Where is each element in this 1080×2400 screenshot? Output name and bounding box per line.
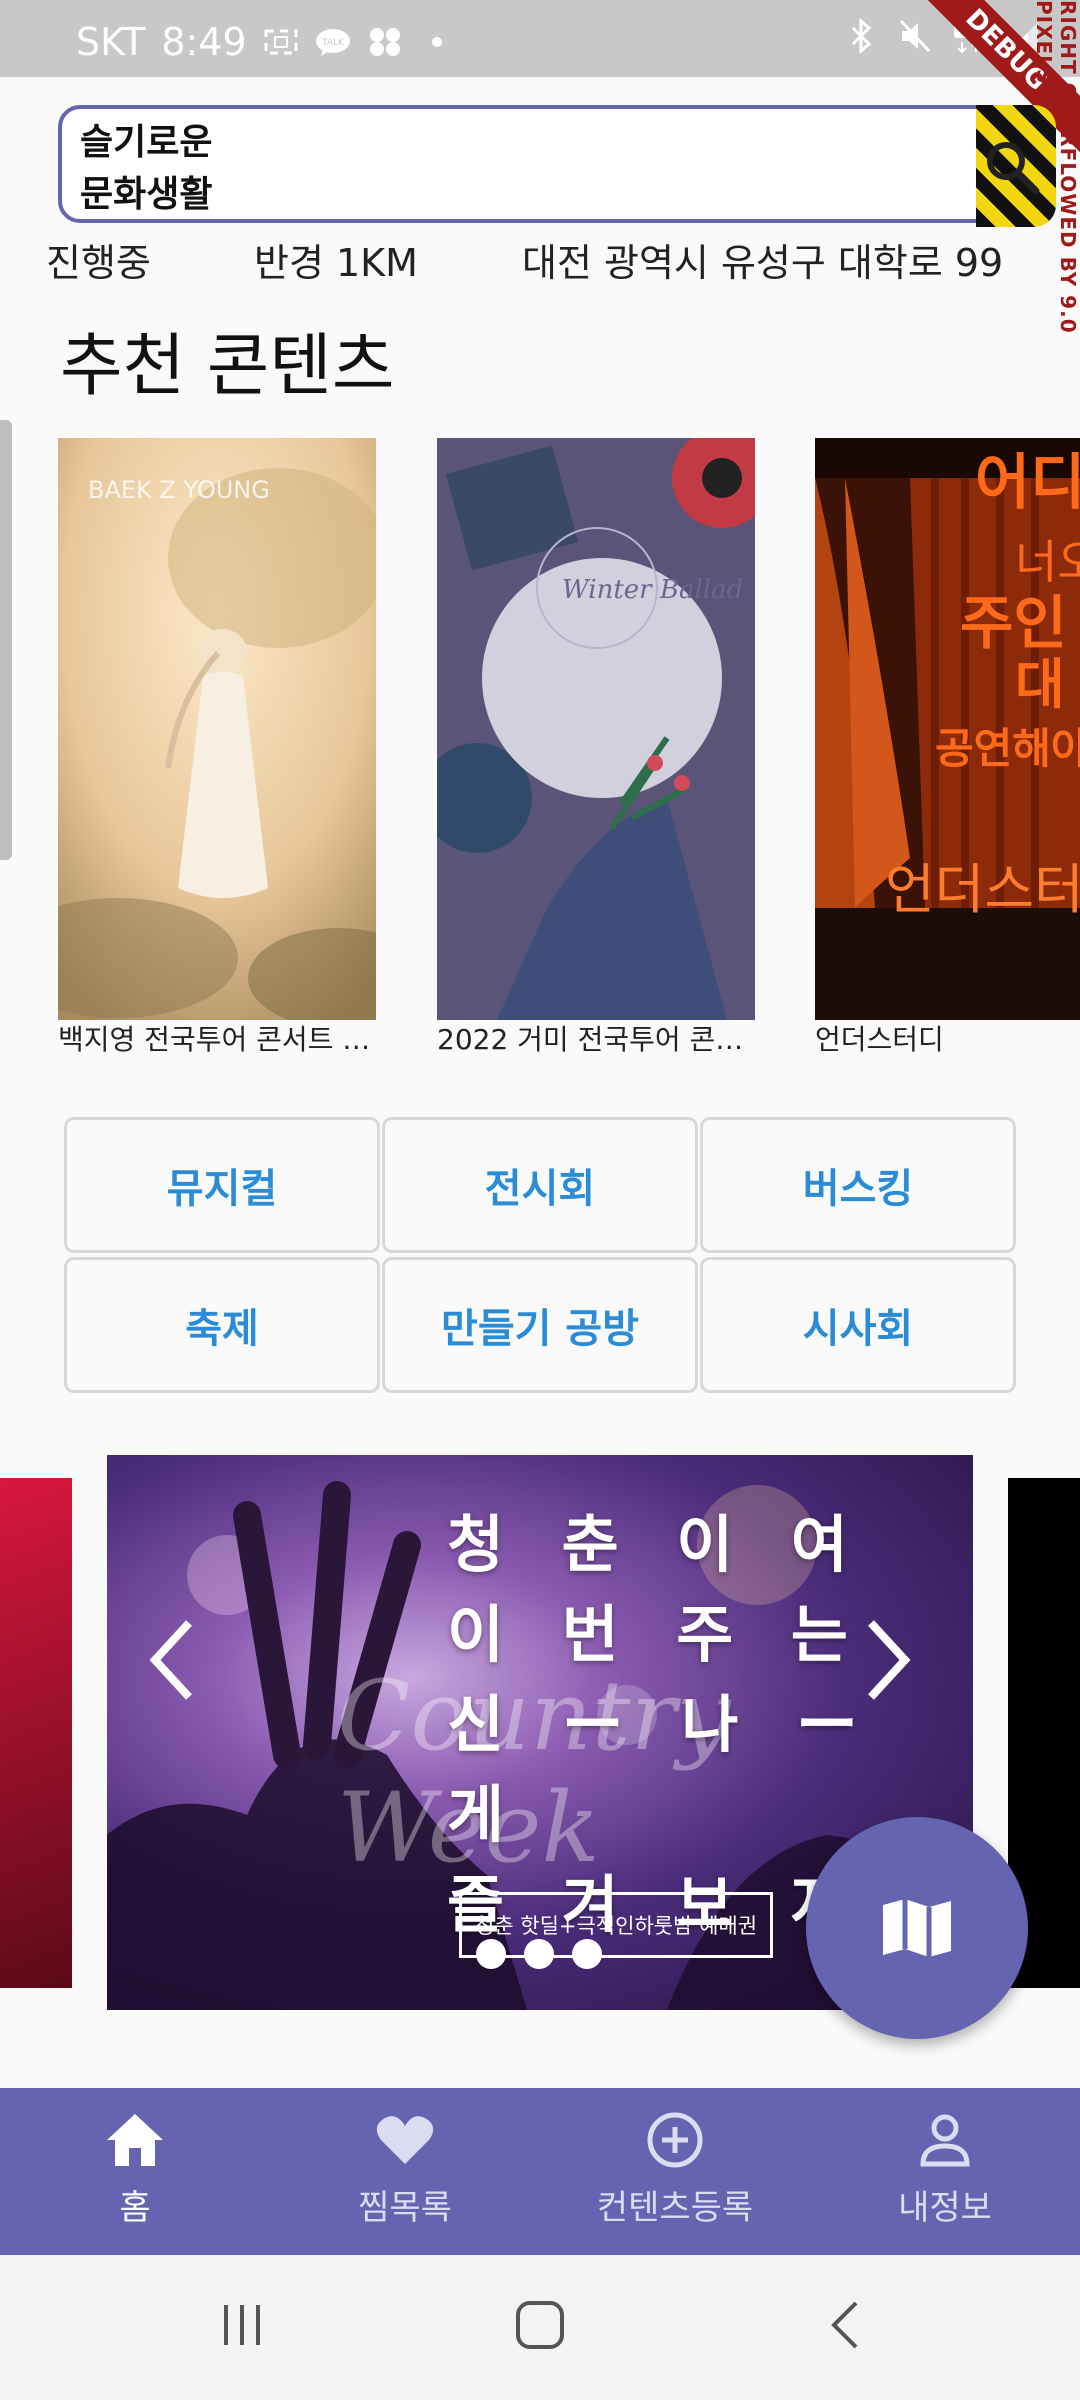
bottom-navigation: 홈 찜목록 컨텐츠등록 내정보 xyxy=(0,2088,1080,2255)
map-icon xyxy=(883,1899,951,1957)
overflow-warning: RIGHT OVERFLOWED BY 9.0 PIXELS xyxy=(1032,0,1080,334)
svg-text:5G: 5G xyxy=(960,23,978,38)
chevron-right-icon[interactable] xyxy=(863,1615,913,1705)
svg-text:공연해야: 공연해야 xyxy=(935,724,1080,773)
logo-line-2: 문화생활 xyxy=(80,174,213,215)
app-logo: 슬기로운 문화생활 xyxy=(80,117,212,221)
category-festival-button[interactable]: 축제 xyxy=(64,1257,380,1393)
category-exhibition-button[interactable]: 전시회 xyxy=(382,1117,698,1253)
nav-profile-label: 내정보 xyxy=(898,2188,992,2228)
nav-favorites[interactable]: 찜목록 xyxy=(270,2088,540,2255)
poster-caption-3: 언더스터디 xyxy=(815,1023,944,1056)
home-button-icon[interactable] xyxy=(512,2297,568,2353)
5g-icon: 5G xyxy=(954,20,984,54)
svg-text:너오: 너오 xyxy=(1015,535,1080,589)
category-preview-button[interactable]: 시사회 xyxy=(700,1257,1016,1393)
carrier-label: SKT xyxy=(76,20,146,64)
search-icon[interactable] xyxy=(978,133,1046,201)
add-circle-icon xyxy=(647,2112,703,2168)
carousel-dot[interactable] xyxy=(524,1939,554,1969)
chevron-left-icon[interactable] xyxy=(147,1615,197,1705)
heart-icon xyxy=(376,2116,434,2164)
nav-add-content[interactable]: 컨텐츠등록 xyxy=(540,2088,810,2255)
svg-text:TALK: TALK xyxy=(321,38,345,48)
carousel-dot[interactable] xyxy=(572,1939,602,1969)
search-bar[interactable]: 슬기로운 문화생활 xyxy=(58,105,1056,227)
nav-profile[interactable]: 내정보 xyxy=(810,2088,1080,2255)
banner-prev-peek[interactable] xyxy=(0,1478,72,1988)
clock: 8:49 xyxy=(161,20,247,64)
status-bar: SKT 8:49 TALK 5G xyxy=(0,0,1080,77)
poster-caption-1: 백지영 전국투어 콘서트 … xyxy=(58,1023,371,1056)
map-fab-button[interactable] xyxy=(806,1817,1028,2039)
poster-caption-2: 2022 거미 전국투어 콘… xyxy=(437,1023,744,1056)
category-workshop-button[interactable]: 만들기 공방 xyxy=(382,1257,698,1393)
poster-text-1: BAEK Z YOUNG xyxy=(88,476,270,504)
mute-icon xyxy=(899,19,931,53)
back-icon[interactable] xyxy=(818,2297,874,2353)
poster-image: Winter Ballad xyxy=(437,438,755,1020)
category-musical-button[interactable]: 뮤지컬 xyxy=(64,1117,380,1253)
poster-image: 어디 너오 주인 대 공연해야 언더스터디 xyxy=(815,438,1080,1020)
nav-favorites-label: 찜목록 xyxy=(358,2188,452,2228)
poster-card-3[interactable]: 어디 너오 주인 대 공연해야 언더스터디 xyxy=(815,438,1080,1020)
nav-home[interactable]: 홈 xyxy=(0,2088,270,2255)
recent-apps-icon[interactable] xyxy=(214,2297,270,2353)
radius-filter[interactable]: 반경 1KM xyxy=(254,232,418,287)
person-icon xyxy=(920,2114,970,2167)
logo-line-1: 슬기로운 xyxy=(80,122,213,163)
screenshot-icon xyxy=(264,29,298,55)
puzzle-icon xyxy=(369,28,400,56)
poster-text-3: 언더스터디 xyxy=(885,858,1080,921)
dot-icon xyxy=(431,37,442,47)
category-busking-button[interactable]: 버스킹 xyxy=(700,1117,1016,1253)
poster-text-2: Winter Ballad xyxy=(562,575,743,605)
nav-home-label: 홈 xyxy=(119,2188,151,2228)
poster-card-1[interactable]: BAEK Z YOUNG xyxy=(58,438,376,1020)
nav-add-content-label: 컨텐츠등록 xyxy=(596,2188,754,2228)
svg-text:대: 대 xyxy=(1015,653,1065,716)
poster-image: BAEK Z YOUNG xyxy=(58,438,376,1020)
svg-text:주인: 주인 xyxy=(960,589,1067,657)
home-icon xyxy=(107,2114,163,2166)
section-title: 추천 콘텐츠 xyxy=(60,327,395,406)
carousel-indicator xyxy=(476,1939,602,1969)
carousel-dot[interactable] xyxy=(476,1939,506,1969)
svg-text:어디: 어디 xyxy=(975,448,1080,518)
talk-icon: TALK xyxy=(315,29,350,56)
poster-card-2[interactable]: Winter Ballad xyxy=(437,438,755,1020)
system-navigation-bar xyxy=(0,2255,1080,2400)
status-filter[interactable]: 진행중 xyxy=(46,232,151,287)
filter-row: 진행중 반경 1KM 대전 광역시 유성구 대학로 99 xyxy=(0,232,1080,288)
bluetooth-icon xyxy=(851,18,872,54)
scroll-indicator xyxy=(0,420,12,860)
location-address[interactable]: 대전 광역시 유성구 대학로 99 xyxy=(522,232,1003,287)
